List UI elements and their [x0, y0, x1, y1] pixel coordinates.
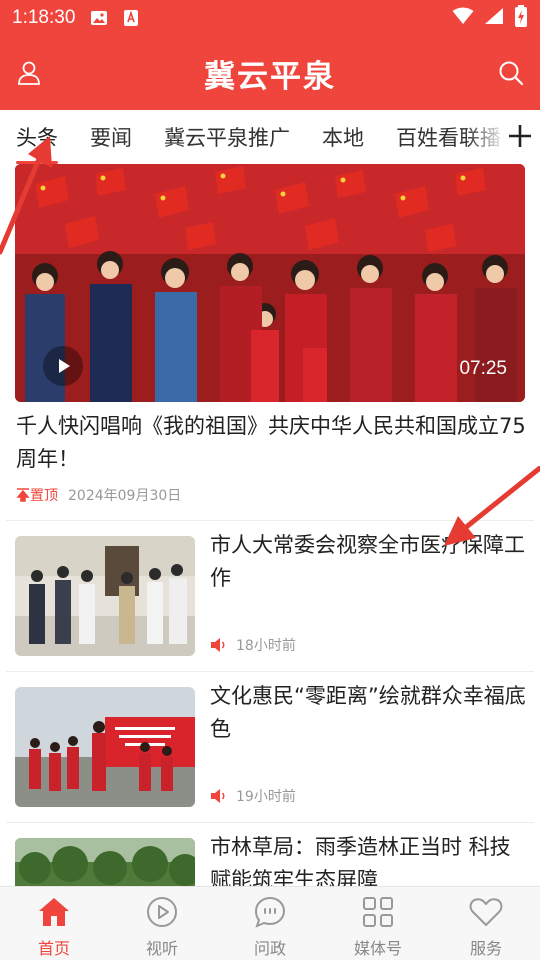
news-time: 18小时前 — [236, 638, 296, 654]
tab-headlines[interactable]: 头条 — [16, 122, 58, 164]
nav-label: 媒体号 — [353, 939, 402, 958]
tab-key-news[interactable]: 要闻 — [90, 122, 132, 152]
list-item[interactable]: 市人大常委会视察全市医疗保障工作 18小时前 — [0, 521, 540, 671]
nav-label: 问政 — [253, 939, 286, 958]
chat-bubble-icon — [253, 895, 287, 929]
news-meta: 18小时前 — [210, 635, 296, 655]
speaker-icon — [210, 789, 228, 803]
wifi-icon — [452, 7, 474, 29]
nav-services[interactable]: 服务 — [432, 887, 540, 960]
news-title[interactable]: 市林草局：雨季造林正当时 科技赋能筑牢生态屏障 — [210, 831, 526, 886]
news-title[interactable]: 文化惠民“零距离”绘就群众幸福底色 — [210, 680, 526, 746]
status-bar: 1:18:30 — [0, 0, 540, 36]
nav-label: 服务 — [469, 939, 502, 958]
featured-meta: 置顶 2024年09月30日 — [16, 485, 181, 505]
nav-media[interactable]: 媒体号 — [324, 887, 432, 960]
speaker-icon — [210, 638, 228, 652]
news-thumbnail[interactable] — [15, 687, 195, 807]
pin-icon — [16, 488, 30, 502]
nav-label: 视听 — [145, 939, 178, 958]
signal-icon — [484, 7, 504, 29]
news-thumbnail[interactable] — [15, 536, 195, 656]
battery-charging-icon — [514, 5, 528, 31]
news-thumbnail[interactable] — [15, 838, 195, 886]
featured-title[interactable]: 千人快闪唱响《我的祖国》共庆中华人民共和国成立75周年！ — [16, 410, 528, 476]
tab-promotion[interactable]: 冀云平泉推广 — [164, 122, 290, 152]
nav-inquiry[interactable]: 问政 — [216, 887, 324, 960]
font-a-icon — [121, 8, 141, 28]
news-time: 19小时前 — [236, 789, 296, 805]
news-meta: 19小时前 — [210, 786, 296, 806]
app-title: 冀云平泉 — [204, 58, 336, 95]
pin-label: 置顶 — [30, 488, 58, 504]
bottom-nav: 首页 视听 问政 媒体号 服务 — [0, 886, 540, 960]
tabs-fade — [466, 110, 506, 164]
plus-icon[interactable] — [506, 122, 534, 150]
pin-badge: 置顶 — [16, 485, 58, 505]
app-header: 冀云平泉 — [0, 36, 540, 110]
status-time: 1:18:30 — [12, 7, 76, 28]
heart-icon — [469, 895, 503, 929]
image-icon — [89, 8, 109, 28]
play-button[interactable] — [43, 346, 83, 386]
tab-local[interactable]: 本地 — [322, 122, 364, 152]
featured-video-thumbnail[interactable]: 07:25 — [15, 164, 525, 402]
news-title[interactable]: 市人大常委会视察全市医疗保障工作 — [210, 529, 526, 595]
news-feed[interactable]: 07:25 千人快闪唱响《我的祖国》共庆中华人民共和国成立75周年！ 置顶 20… — [0, 164, 540, 886]
list-item[interactable]: 文化惠民“零距离”绘就群众幸福底色 19小时前 — [0, 672, 540, 822]
user-icon[interactable] — [14, 58, 44, 88]
video-duration: 07:25 — [459, 358, 507, 379]
channel-tabs: 头条 要闻 冀云平泉推广 本地 百姓看联播 — [0, 110, 540, 164]
grid-icon — [361, 895, 395, 929]
search-icon[interactable] — [496, 58, 526, 88]
featured-date: 2024年09月30日 — [68, 488, 182, 504]
nav-label: 首页 — [37, 939, 70, 958]
list-item[interactable]: 市林草局：雨季造林正当时 科技赋能筑牢生态屏障 — [0, 823, 540, 886]
home-icon — [37, 895, 71, 929]
nav-video[interactable]: 视听 — [108, 887, 216, 960]
nav-home[interactable]: 首页 — [0, 887, 108, 960]
play-circle-icon — [145, 895, 179, 929]
